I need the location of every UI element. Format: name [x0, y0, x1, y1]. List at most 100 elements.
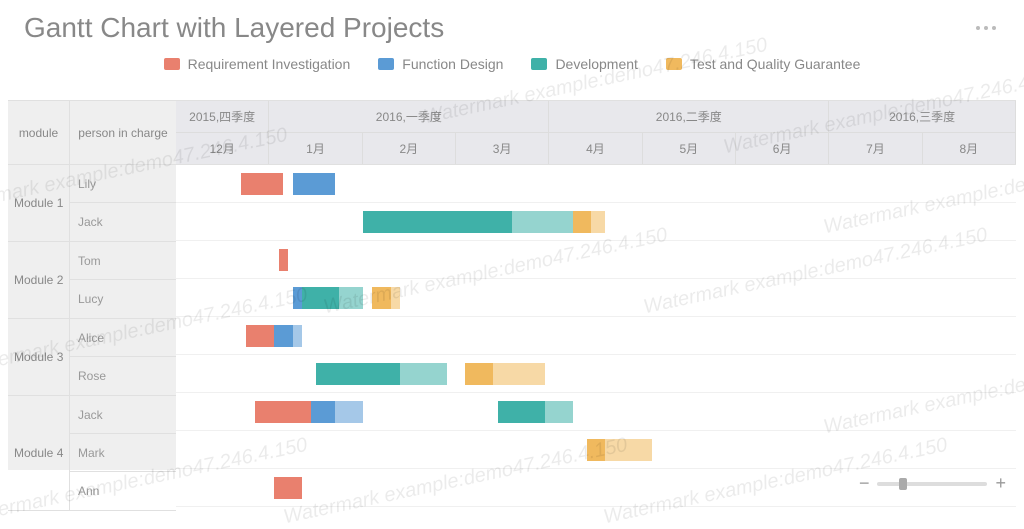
module-name: Module 2: [8, 242, 70, 318]
gantt-bar[interactable]: [255, 401, 362, 423]
module-row: Module 1LilyJack: [8, 165, 176, 242]
quarter-header: 2016,二季度: [549, 101, 829, 132]
gantt-segment: [391, 287, 400, 309]
gantt-bar[interactable]: [363, 211, 606, 233]
month-header: 5月: [643, 133, 736, 164]
gantt-bar[interactable]: [316, 363, 447, 385]
gantt-segment: [274, 325, 293, 347]
page-title: Gantt Chart with Layered Projects: [24, 12, 444, 44]
person-name: Lily: [70, 165, 176, 203]
gantt-segment: [311, 401, 334, 423]
month-header: 6月: [736, 133, 829, 164]
gantt-bar[interactable]: [587, 439, 652, 461]
timeline[interactable]: 2015,四季度2016,一季度2016,二季度2016,三季度 12月1月2月…: [176, 101, 1016, 470]
zoom-in-icon[interactable]: +: [995, 473, 1006, 494]
gantt-segment: [255, 401, 311, 423]
quarter-header: 2016,三季度: [829, 101, 1016, 132]
month-header: 4月: [549, 133, 642, 164]
month-header: 3月: [456, 133, 549, 164]
zoom-control[interactable]: − +: [859, 473, 1006, 494]
gantt-segment: [335, 401, 363, 423]
zoom-slider[interactable]: [877, 482, 987, 486]
gantt-bar[interactable]: [498, 401, 573, 423]
gantt-segment: [545, 401, 573, 423]
gantt-lane: [176, 279, 1016, 317]
module-name: Module 4: [8, 396, 70, 510]
gantt-lane: [176, 317, 1016, 355]
module-row: Module 3AliceRose: [8, 319, 176, 396]
gantt-bar[interactable]: [274, 477, 302, 499]
gantt-bar[interactable]: [241, 173, 283, 195]
legend-label: Function Design: [402, 56, 503, 72]
gantt-segment: [339, 287, 362, 309]
gantt-segment: [293, 325, 302, 347]
gantt-segment: [293, 173, 335, 195]
person-name: Lucy: [70, 280, 176, 318]
legend-item[interactable]: Test and Quality Guarantee: [666, 56, 860, 72]
legend-swatch: [164, 58, 180, 70]
gantt-lane: [176, 203, 1016, 241]
gantt-lane: [176, 165, 1016, 203]
module-name: Module 3: [8, 319, 70, 395]
person-name: Alice: [70, 319, 176, 357]
gantt-segment: [293, 287, 302, 309]
gantt-segment: [400, 363, 447, 385]
gantt-chart: module person in charge Module 1LilyJack…: [8, 100, 1016, 470]
gantt-lane: [176, 355, 1016, 393]
gantt-segment: [302, 287, 339, 309]
quarter-header: 2016,一季度: [269, 101, 549, 132]
legend-label: Development: [555, 56, 638, 72]
gantt-segment: [591, 211, 605, 233]
person-name: Rose: [70, 357, 176, 395]
gantt-bar[interactable]: [465, 363, 544, 385]
person-name: Jack: [70, 203, 176, 241]
gantt-segment: [587, 439, 606, 461]
module-name: Module 1: [8, 165, 70, 241]
legend-label: Test and Quality Guarantee: [690, 56, 860, 72]
gantt-segment: [363, 211, 512, 233]
legend-item[interactable]: Requirement Investigation: [164, 56, 351, 72]
module-row: Module 2TomLucy: [8, 242, 176, 319]
person-name: Ann: [70, 472, 176, 510]
gantt-bar[interactable]: [246, 325, 302, 347]
gantt-segment: [573, 211, 592, 233]
col-header-person: person in charge: [70, 101, 176, 164]
legend-swatch: [666, 58, 682, 70]
person-name: Tom: [70, 242, 176, 280]
quarter-header: 2015,四季度: [176, 101, 269, 132]
gantt-segment: [498, 401, 545, 423]
gantt-bar[interactable]: [293, 287, 363, 309]
gantt-segment: [274, 477, 302, 499]
legend: Requirement Investigation Function Design…: [0, 48, 1024, 82]
col-header-module: module: [8, 101, 70, 164]
person-name: Jack: [70, 396, 176, 434]
gantt-segment: [372, 287, 391, 309]
gantt-segment: [493, 363, 544, 385]
legend-swatch: [378, 58, 394, 70]
legend-label: Requirement Investigation: [188, 56, 351, 72]
month-header: 8月: [923, 133, 1016, 164]
person-name: Mark: [70, 434, 176, 472]
legend-item[interactable]: Development: [531, 56, 638, 72]
legend-item[interactable]: Function Design: [378, 56, 503, 72]
gantt-segment: [465, 363, 493, 385]
legend-swatch: [531, 58, 547, 70]
gantt-bar[interactable]: [293, 173, 335, 195]
gantt-bar[interactable]: [372, 287, 400, 309]
left-panel: module person in charge Module 1LilyJack…: [8, 101, 176, 470]
gantt-segment: [246, 325, 274, 347]
gantt-segment: [279, 249, 288, 271]
gantt-bar[interactable]: [279, 249, 288, 271]
gantt-segment: [512, 211, 573, 233]
gantt-lane: [176, 393, 1016, 431]
gantt-segment: [316, 363, 400, 385]
month-header: 7月: [829, 133, 922, 164]
gantt-lane: [176, 241, 1016, 279]
gantt-segment: [605, 439, 652, 461]
module-row: Module 4JackMarkAnn: [8, 396, 176, 511]
gantt-segment: [241, 173, 283, 195]
gantt-lane: [176, 431, 1016, 469]
month-header: 1月: [269, 133, 362, 164]
zoom-out-icon[interactable]: −: [859, 473, 870, 494]
more-icon[interactable]: [968, 18, 1004, 38]
